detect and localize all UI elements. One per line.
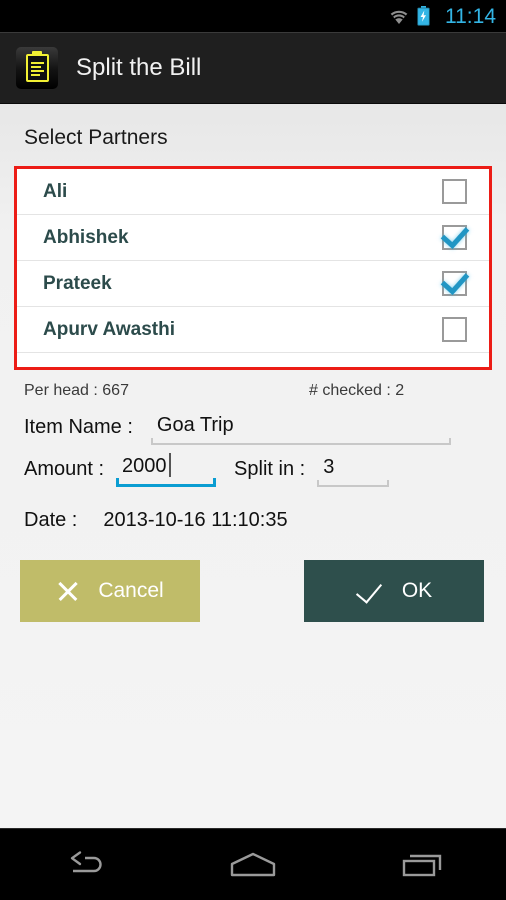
- date-value: 2013-10-16 11:10:35: [103, 509, 288, 531]
- system-nav-bar: [0, 828, 506, 900]
- app-title: Split the Bill: [76, 53, 202, 81]
- item-name-input[interactable]: Goa Trip: [150, 414, 451, 445]
- partner-checkbox[interactable]: [442, 179, 467, 204]
- android-screen: 11:14 Split the Bill Select Partners Ali: [0, 0, 506, 900]
- partner-checkbox[interactable]: [442, 225, 467, 250]
- amount-row: Amount : 2000 Split in : 3: [0, 445, 506, 487]
- page-title: Select Partners: [24, 126, 168, 149]
- amount-input[interactable]: 2000: [116, 453, 217, 487]
- partner-name: Abhishek: [43, 226, 129, 248]
- clipboard-icon: [16, 46, 58, 89]
- ok-button[interactable]: OK: [304, 560, 484, 622]
- summary-row: Per head : 667 # checked : 2: [0, 370, 506, 406]
- nav-back-button[interactable]: [29, 835, 139, 895]
- per-head-label: Per head : 667: [24, 382, 129, 399]
- item-name-value: Goa Trip: [156, 414, 234, 436]
- item-name-row: Item Name : Goa Trip: [0, 406, 506, 445]
- status-bar: 11:14: [0, 0, 506, 32]
- list-item[interactable]: Prateek: [17, 261, 489, 307]
- nav-recents-button[interactable]: [367, 835, 477, 895]
- amount-label: Amount :: [24, 458, 105, 480]
- list-item[interactable]: Abhishek: [17, 215, 489, 261]
- split-in-value: 3: [323, 456, 335, 478]
- cancel-button-label: Cancel: [98, 579, 164, 602]
- battery-charging-icon: [417, 6, 430, 26]
- wifi-icon: [389, 9, 409, 24]
- date-row: Date : 2013-10-16 11:10:35: [0, 487, 506, 532]
- item-name-label: Item Name :: [24, 416, 133, 438]
- close-x-icon: [56, 579, 80, 603]
- list-item[interactable]: Apurv Awasthi: [17, 307, 489, 353]
- split-in-label: Split in :: [234, 458, 306, 480]
- content-area: Select Partners Ali Abhishek Prateek Apu…: [0, 104, 506, 828]
- cancel-button[interactable]: Cancel: [20, 560, 200, 622]
- check-icon: [356, 579, 384, 603]
- date-label: Date :: [24, 509, 78, 531]
- status-time: 11:14: [445, 4, 496, 28]
- amount-value: 2000: [122, 455, 167, 477]
- list-item[interactable]: Ali: [17, 169, 489, 215]
- partner-name: Prateek: [43, 272, 112, 294]
- partner-list[interactable]: Ali Abhishek Prateek Apurv Awasthi: [17, 169, 489, 367]
- nav-home-button[interactable]: [198, 835, 308, 895]
- ok-button-label: OK: [401, 579, 433, 602]
- partner-checkbox[interactable]: [442, 317, 467, 342]
- partner-name: Ali: [43, 180, 68, 202]
- text-caret: [168, 453, 171, 477]
- partner-list-highlight: Ali Abhishek Prateek Apurv Awasthi: [14, 166, 492, 370]
- button-row: Cancel OK: [0, 532, 506, 622]
- home-icon: [230, 852, 276, 876]
- status-icons: 11:14: [388, 6, 496, 27]
- back-icon: [71, 850, 103, 872]
- split-in-input[interactable]: 3: [317, 456, 390, 487]
- action-bar: Split the Bill: [0, 32, 506, 104]
- checked-count-label: # checked : 2: [309, 382, 405, 399]
- partner-checkbox[interactable]: [442, 271, 467, 296]
- recents-icon: [402, 854, 441, 876]
- partner-name: Apurv Awasthi: [43, 318, 175, 340]
